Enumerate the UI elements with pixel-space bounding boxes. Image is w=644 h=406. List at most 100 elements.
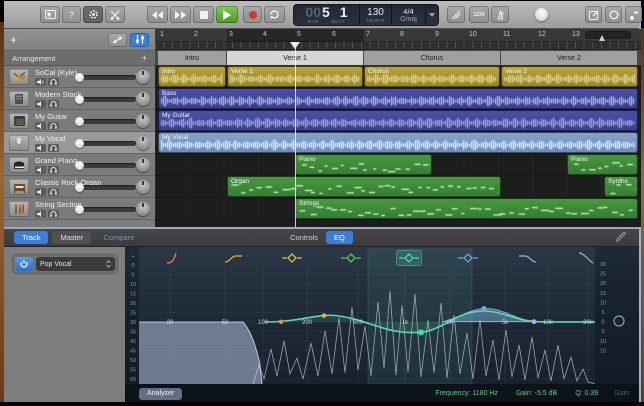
pan-knob[interactable] (136, 158, 150, 172)
band-high-shelf[interactable] (514, 250, 540, 266)
solo-button[interactable] (48, 100, 59, 108)
pan-knob[interactable] (136, 114, 150, 128)
solo-button[interactable] (48, 122, 59, 130)
arrangement-marker-intro[interactable]: Intro (158, 51, 226, 65)
region-synths[interactable]: Synths (604, 176, 638, 197)
region-piano-1[interactable]: Piano (295, 154, 432, 175)
region-bass[interactable]: Bass (158, 88, 638, 109)
lcd-dropdown[interactable] (426, 5, 438, 25)
pan-knob[interactable] (136, 136, 150, 150)
eq-point-blue[interactable] (481, 306, 486, 311)
forward-button[interactable] (170, 6, 191, 23)
region-strings[interactable]: Strings (295, 198, 638, 219)
mute-button[interactable] (35, 210, 46, 218)
band-bell-blue[interactable] (455, 250, 481, 266)
automation-button[interactable] (108, 33, 127, 47)
bar-ruler[interactable]: 12 34 56 78 910 1112 13 (155, 29, 641, 42)
volume-slider[interactable] (80, 163, 136, 168)
help-button[interactable]: ? (62, 6, 81, 23)
region-my-vocal[interactable]: My Vocal (158, 132, 638, 153)
mute-button[interactable] (35, 122, 46, 130)
arrangement-marker-verse2[interactable]: Verse 2 (501, 51, 637, 65)
volume-knob[interactable] (75, 183, 84, 192)
region-piano-2[interactable]: Piano (567, 154, 638, 175)
eq-point-low-shelf[interactable] (279, 320, 283, 324)
edit-pencil-button[interactable] (616, 231, 627, 244)
volume-slider[interactable] (80, 207, 136, 212)
count-in-button[interactable]: 1234 (469, 6, 489, 23)
mute-button[interactable] (35, 78, 46, 86)
patch-select[interactable]: Pop Vocal (36, 257, 115, 271)
volume-knob[interactable] (75, 139, 84, 148)
settings-button[interactable] (83, 6, 103, 23)
zoom-slider[interactable] (585, 31, 631, 39)
mixer-button[interactable] (130, 33, 149, 47)
band-lowpass[interactable] (573, 250, 599, 266)
eq-graph[interactable]: + 05 1015 2025 3035 4045 5055 60 3025 20… (125, 247, 639, 402)
volume-knob[interactable] (75, 95, 84, 104)
solo-button[interactable] (48, 210, 59, 218)
cut-button[interactable] (105, 6, 125, 23)
tab-eq[interactable]: EQ (326, 231, 353, 244)
metronome-button[interactable] (491, 6, 509, 23)
solo-button[interactable] (48, 188, 59, 196)
track-header-socal[interactable]: SoCal (Kyle) (4, 66, 155, 88)
arrangement-marker-chorus[interactable]: Chorus (364, 51, 500, 65)
track-header-my-vocal[interactable]: My Vocal (4, 132, 155, 154)
tab-master[interactable]: Master (52, 231, 91, 244)
volume-slider[interactable] (80, 97, 136, 102)
volume-slider[interactable] (80, 119, 136, 124)
pan-knob[interactable] (136, 92, 150, 106)
tuner-button[interactable] (447, 6, 465, 23)
volume-knob[interactable] (75, 205, 84, 214)
volume-slider[interactable] (80, 75, 136, 80)
volume-slider[interactable] (80, 185, 136, 190)
track-header-classic-rock-organ[interactable]: Classic Rock Organ (4, 176, 155, 198)
pan-knob[interactable] (136, 202, 150, 216)
analyzer-button[interactable]: Analyzer (139, 388, 182, 400)
region-drums-chorus[interactable]: Chorus (364, 66, 500, 87)
volume-knob[interactable] (75, 117, 84, 126)
mute-button[interactable] (35, 166, 46, 174)
lcd-display[interactable]: 00 5 1 BAR BEAT 130 TEMPO 4/4 Gmaj (293, 4, 439, 26)
track-header-my-guitar[interactable]: My Guitar (4, 110, 155, 132)
tab-compare[interactable]: Compare (97, 231, 140, 244)
play-button[interactable] (216, 6, 238, 23)
eq-point-lavender[interactable] (532, 319, 537, 324)
band-bell-teal-selected[interactable] (396, 250, 422, 266)
pan-knob[interactable] (136, 180, 150, 194)
media-browser-button[interactable] (625, 6, 642, 23)
library-button[interactable] (40, 6, 60, 23)
record-button[interactable] (243, 6, 262, 23)
volume-slider[interactable] (80, 141, 136, 146)
beat-ruler[interactable] (155, 42, 641, 50)
cycle-button[interactable] (264, 6, 285, 23)
region-drums-verse2[interactable]: Verse 2 (501, 66, 638, 87)
plugin-power-button[interactable] (15, 257, 33, 271)
volume-knob[interactable] (75, 161, 84, 170)
solo-button[interactable] (48, 144, 59, 152)
add-track-button[interactable]: + (10, 35, 17, 45)
notepad-button[interactable] (585, 6, 602, 23)
eq-point-yellow[interactable] (322, 313, 326, 317)
master-volume-knob[interactable] (535, 8, 548, 21)
solo-button[interactable] (48, 78, 59, 86)
solo-button[interactable] (48, 166, 59, 174)
mute-button[interactable] (35, 100, 46, 108)
band-bell-yellow[interactable] (279, 250, 305, 266)
track-header-string-section[interactable]: String Section (4, 198, 155, 220)
playhead-handle[interactable] (290, 42, 300, 54)
region-drums-intro[interactable]: Intro (158, 66, 226, 87)
pan-knob[interactable] (136, 70, 150, 84)
mute-button[interactable] (35, 188, 46, 196)
band-bell-green[interactable] (338, 250, 364, 266)
volume-knob[interactable] (75, 73, 84, 82)
tab-track[interactable]: Track (14, 231, 48, 244)
band-low-shelf[interactable] (220, 250, 246, 266)
arrangement-header[interactable]: Arrangement + (4, 51, 155, 66)
band-highpass[interactable] (161, 250, 187, 266)
tab-controls[interactable]: Controls (290, 233, 318, 242)
region-my-guitar[interactable]: My Guitar (158, 110, 638, 131)
loop-browser-button[interactable] (605, 6, 622, 23)
rewind-button[interactable] (147, 6, 168, 23)
